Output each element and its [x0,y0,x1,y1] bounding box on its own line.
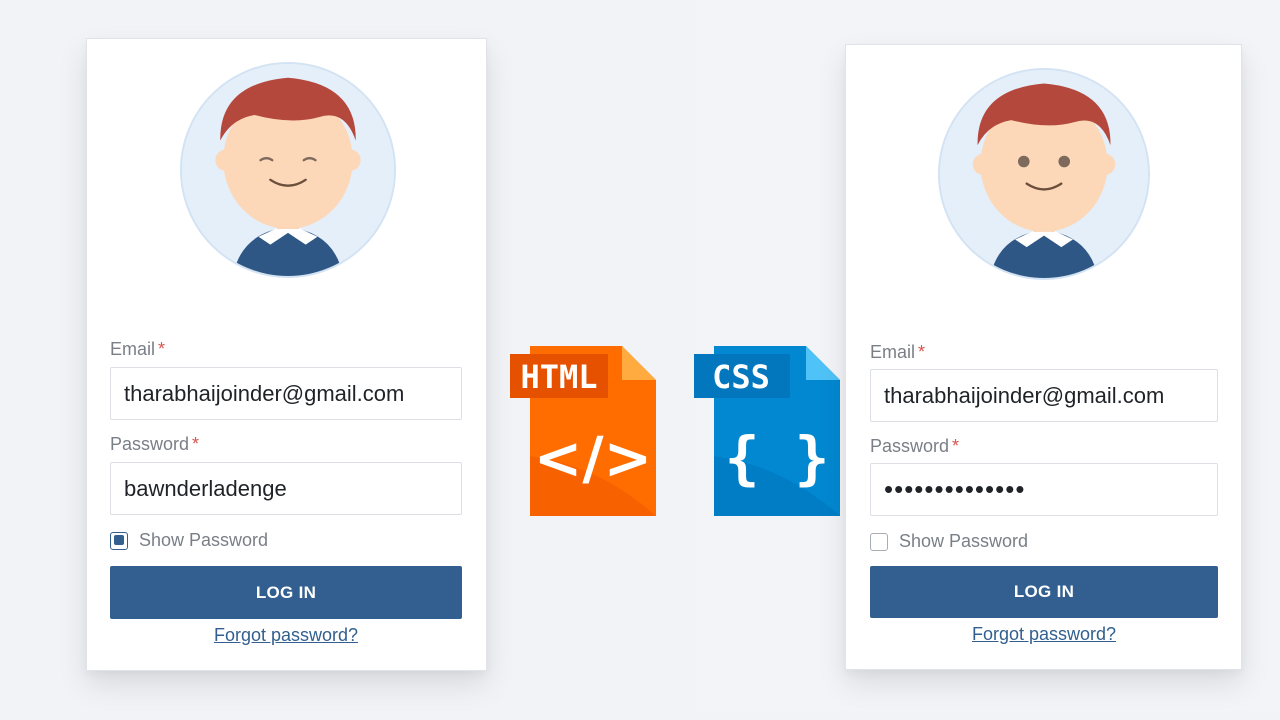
show-password-toggle[interactable]: Show Password [110,530,268,551]
avatar-eyes-closed [180,62,396,278]
login-button[interactable]: LOG IN [870,566,1218,618]
user-avatar-icon [940,70,1148,278]
password-label-container: Password * [870,436,959,457]
css-badge-label: CSS [712,358,770,396]
email-label-container: Email * [870,342,925,363]
password-label: Password [110,434,190,454]
user-avatar-icon [182,64,394,276]
email-label-container: Email * [110,339,165,360]
login-card-left: Email * tharabhaijoinder@gmail.com Passwo… [86,38,487,671]
show-password-label: Show Password [139,530,269,550]
login-card-right: Email * tharabhaijoinder@gmail.com Passwo… [845,44,1242,670]
login-button[interactable]: LOG IN [110,566,462,619]
css-file-icon: CSS { } [694,346,842,518]
show-password-toggle[interactable]: Show Password [870,531,1028,552]
show-password-checkbox[interactable] [870,532,888,551]
avatar-eyes-open [938,68,1150,280]
css-code-symbol: { } [725,424,830,492]
email-label: Email [870,342,916,362]
email-field[interactable]: tharabhaijoinder@gmail.com [870,369,1218,422]
forgot-password-link[interactable]: Forgot password? [870,624,1218,645]
html-code-symbol: </> [534,424,652,492]
forgot-password-link[interactable]: Forgot password? [110,625,462,646]
show-password-checkbox[interactable] [110,531,128,550]
password-field[interactable]: •••••••••••••• [870,463,1218,516]
html-file-icon: HTML </> [510,346,658,518]
password-label: Password [870,436,950,456]
show-password-label: Show Password [899,531,1029,551]
email-label: Email [110,339,156,359]
email-field[interactable]: tharabhaijoinder@gmail.com [110,367,462,420]
password-label-container: Password * [110,434,199,455]
password-field[interactable]: bawnderladenge [110,462,462,515]
required-mark: * [192,434,200,454]
required-mark: * [158,339,166,359]
required-mark: * [918,342,926,362]
required-mark: * [952,436,960,456]
html-badge-label: HTML [520,358,597,396]
